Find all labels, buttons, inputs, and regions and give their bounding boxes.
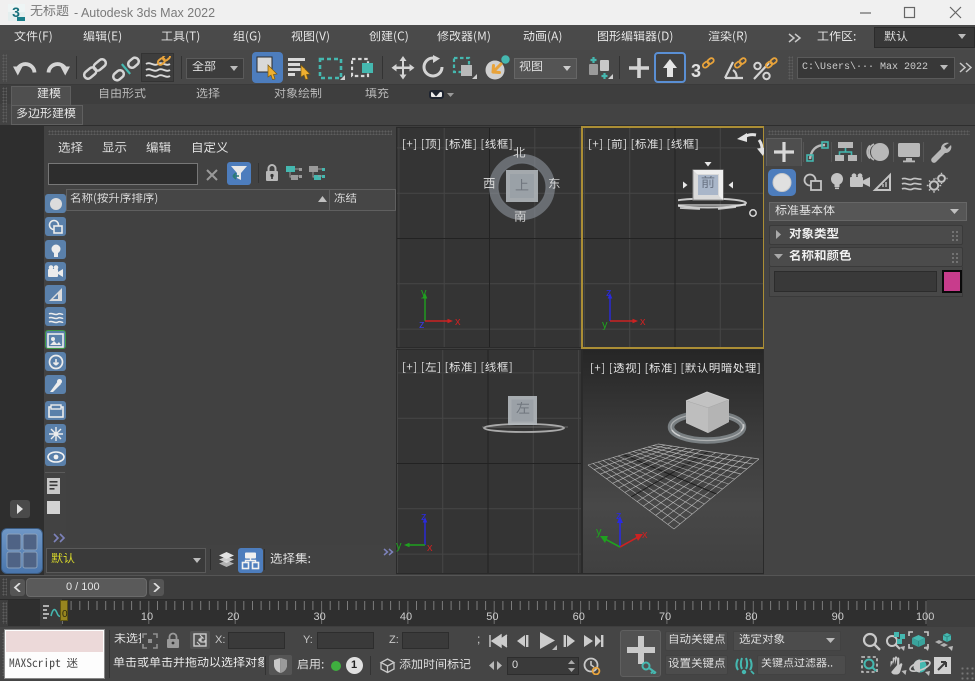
svg-text:3: 3 [691, 61, 701, 81]
svg-text:y: y [596, 526, 602, 538]
svg-text:z: z [616, 510, 622, 522]
svg-text:y: y [396, 540, 402, 552]
svg-text:x: x [427, 542, 433, 552]
svg-text:y: y [421, 288, 427, 299]
svg-text:x: x [455, 316, 461, 328]
svg-text:x: x [642, 529, 648, 541]
svg-text:y: y [602, 319, 608, 330]
svg-text:z: z [419, 319, 425, 330]
svg-text:x: x [640, 316, 646, 328]
svg-text:z: z [606, 288, 612, 299]
svg-text:z: z [421, 511, 427, 523]
